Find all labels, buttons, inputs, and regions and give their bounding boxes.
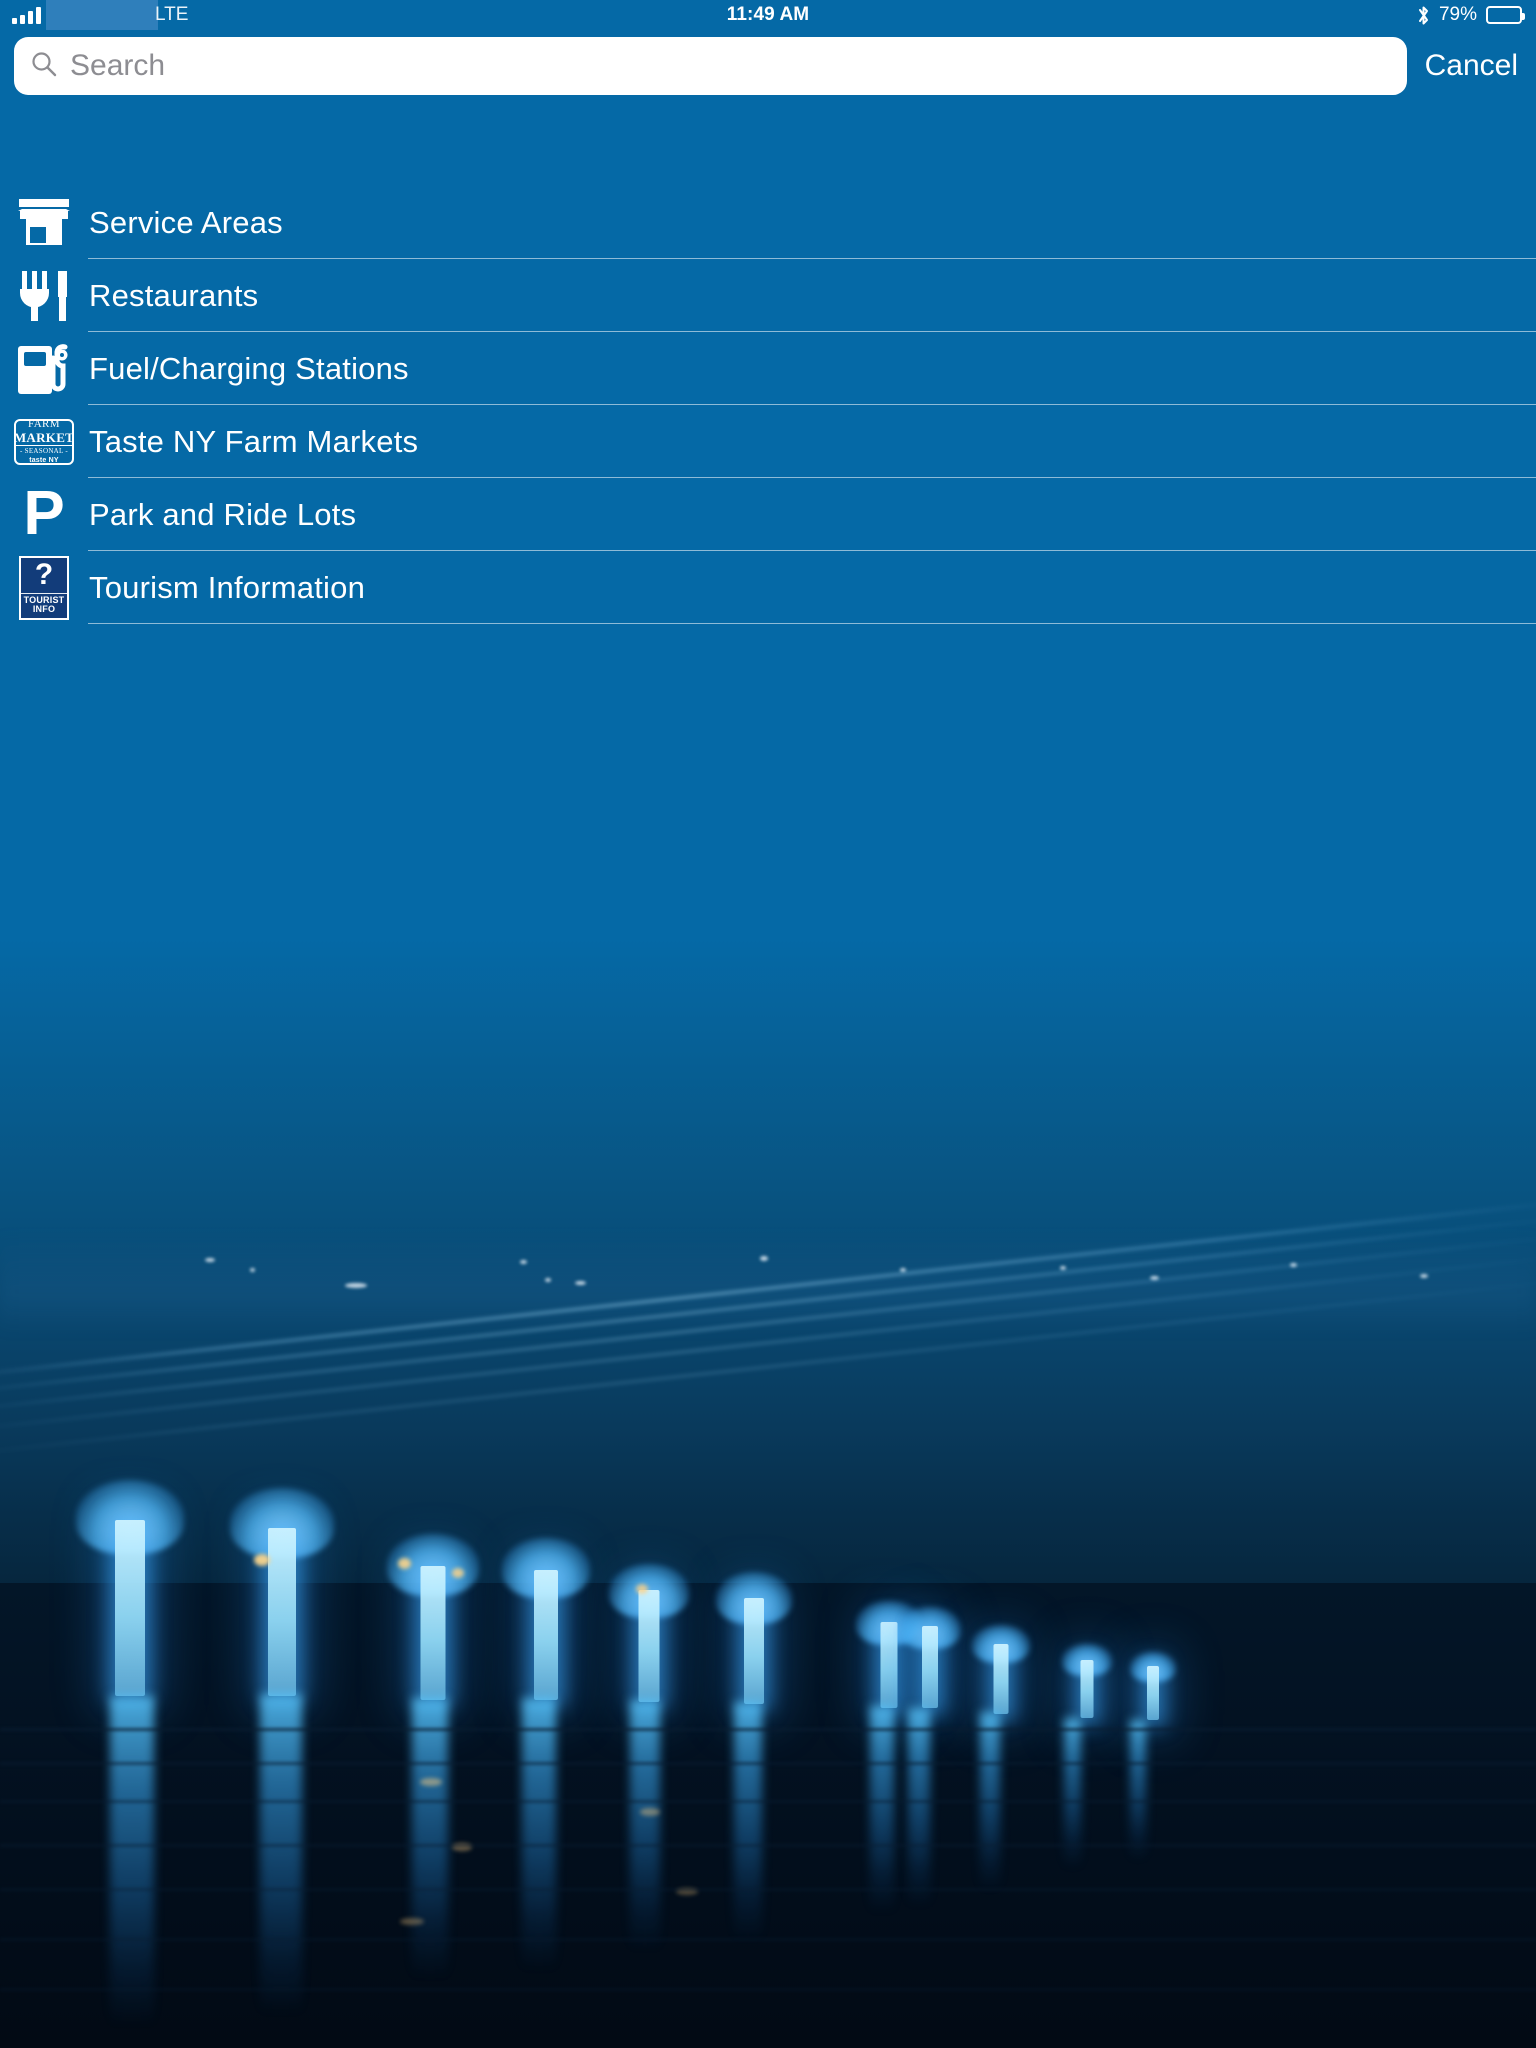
- search-icon: [30, 50, 58, 83]
- menu-item-label: Tourism Information: [89, 570, 366, 605]
- battery-icon: [1486, 6, 1525, 24]
- cancel-button[interactable]: Cancel: [1421, 49, 1522, 83]
- farm-badge-line1: FARM: [28, 418, 60, 430]
- pier-reflection: [630, 1700, 660, 1950]
- pier-reflection: [522, 1698, 556, 1970]
- tourist-badge-line2: INFO: [32, 604, 56, 615]
- bridge-pier: [222, 1488, 342, 1696]
- parking-p-icon: P: [0, 479, 88, 549]
- pier-reflection: [110, 1696, 154, 2026]
- bridge-pier: [1052, 1644, 1122, 1718]
- search-input[interactable]: [70, 49, 1391, 83]
- row-separator: [88, 623, 1536, 624]
- bridge-pier: [378, 1534, 488, 1700]
- carrier-name-redacted: [46, 0, 158, 30]
- menu-item-label: Restaurants: [89, 278, 259, 313]
- status-bar: LTE 11:49 AM 79%: [0, 0, 1536, 30]
- tourist-info-sign-icon: ? TOURIST INFO: [0, 555, 88, 620]
- network-type-label: LTE: [155, 4, 189, 25]
- category-menu-list: Service Areas Restaurants Fuel/Charging …: [0, 186, 1536, 624]
- parking-letter: P: [23, 479, 65, 549]
- bridge-pier: [492, 1538, 600, 1700]
- bridge-pier: [962, 1625, 1040, 1714]
- menu-item-park-and-ride-lots[interactable]: P Park and Ride Lots: [0, 478, 1536, 551]
- background-photo: [0, 938, 1536, 2048]
- menu-item-fuel-charging-stations[interactable]: Fuel/Charging Stations: [0, 332, 1536, 405]
- fork-knife-icon: [0, 269, 88, 323]
- menu-item-restaurants[interactable]: Restaurants: [0, 259, 1536, 332]
- bridge-pier: [706, 1572, 802, 1704]
- signal-bars-icon: [12, 6, 41, 24]
- pier-reflection: [260, 1694, 302, 2014]
- menu-item-service-areas[interactable]: Service Areas: [0, 186, 1536, 259]
- search-bar: Cancel: [0, 30, 1536, 102]
- fuel-pump-icon: [0, 342, 88, 396]
- bluetooth-icon: [1417, 5, 1430, 26]
- search-field[interactable]: [14, 37, 1407, 95]
- menu-item-label: Service Areas: [89, 205, 283, 240]
- storefront-icon: [0, 197, 88, 249]
- pier-reflection: [870, 1706, 894, 1912]
- question-mark-glyph: ?: [34, 558, 54, 592]
- pier-reflection: [734, 1702, 762, 1940]
- bridge-pier: [888, 1607, 972, 1708]
- pier-reflection: [1130, 1720, 1146, 1860]
- pier-reflection: [412, 1698, 448, 1978]
- farm-market-badge-icon: FARM MARKET - SEASONAL - taste NY: [0, 418, 88, 465]
- bridge-pier: [1120, 1652, 1186, 1720]
- clock-label: 11:49 AM: [726, 4, 810, 25]
- farm-badge-line4: taste NY: [29, 457, 59, 464]
- menu-item-label: Park and Ride Lots: [89, 497, 357, 532]
- pier-reflection: [908, 1708, 930, 1906]
- menu-item-label: Taste NY Farm Markets: [89, 424, 419, 459]
- app-screen: LTE 11:49 AM 79% Cancel: [0, 0, 1536, 2048]
- battery-percent-label: 79%: [1438, 4, 1477, 25]
- menu-item-tourism-information[interactable]: ? TOURIST INFO Tourism Information: [0, 551, 1536, 624]
- farm-badge-line3: - SEASONAL -: [19, 447, 69, 455]
- menu-item-taste-ny-farm-markets[interactable]: FARM MARKET - SEASONAL - taste NY Taste …: [0, 405, 1536, 478]
- bridge-pier: [600, 1564, 698, 1702]
- bridge-pier: [70, 1480, 190, 1696]
- farm-badge-line2: MARKET: [13, 430, 75, 446]
- menu-item-label: Fuel/Charging Stations: [89, 351, 409, 386]
